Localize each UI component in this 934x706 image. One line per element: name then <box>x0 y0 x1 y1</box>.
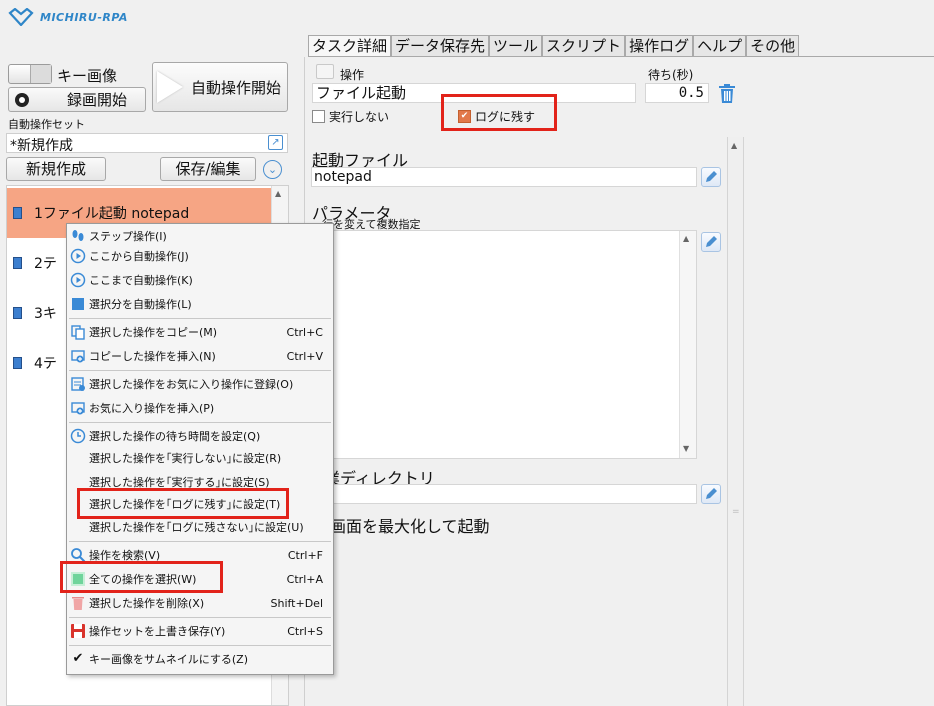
menu-item-auto-to-here[interactable]: ここまで自動操作(K) <box>67 268 333 292</box>
step-icon <box>13 357 22 369</box>
record-icon <box>15 92 29 107</box>
logo-icon <box>8 8 34 26</box>
menu-item-set-wait[interactable]: 選択した操作の待ち時間を設定(Q) <box>67 424 333 448</box>
highlight-log-checkbox <box>441 94 557 131</box>
step-label: 3キ <box>34 306 57 322</box>
step-icon <box>72 230 84 241</box>
copy-icon <box>71 325 85 340</box>
wait-field[interactable]: 0.5 <box>645 83 709 103</box>
menu-item-paste[interactable]: コピーした操作を挿入(N) Ctrl+V <box>67 344 333 368</box>
highlight-select-all-item <box>60 561 223 593</box>
check-icon: ✔ <box>72 651 84 666</box>
step-icon <box>13 307 22 319</box>
parameter-textarea[interactable] <box>311 230 697 459</box>
key-image-label: キー画像 <box>57 67 118 85</box>
menu-separator <box>69 645 331 646</box>
checkbox-icon <box>312 110 325 123</box>
auto-start-label: 自動操作開始 <box>191 78 282 97</box>
save-icon <box>71 624 85 638</box>
wait-label: 待ち(秒) <box>648 68 694 82</box>
insert-icon <box>71 350 85 363</box>
auto-start-button[interactable]: 自動操作開始 <box>152 62 288 112</box>
pencil-icon[interactable] <box>701 484 721 504</box>
step-icon <box>13 207 22 219</box>
tab-bar: タスク詳細 データ保存先 ツール スクリプト 操作ログ ヘルプ その他 <box>308 35 800 56</box>
app-logo: MICHIRU-RPA <box>8 8 128 26</box>
menu-item-insert-favorite[interactable]: お気に入り操作を挿入(P) <box>67 396 333 420</box>
tab-help[interactable]: ヘルプ <box>693 35 747 56</box>
key-image-toggle[interactable] <box>8 64 52 84</box>
open-external-icon[interactable]: ↗ <box>268 135 283 150</box>
new-button[interactable]: 新規作成 <box>6 157 106 181</box>
play-circle-icon <box>70 272 86 288</box>
tab-task-detail[interactable]: タスク詳細 <box>308 35 392 56</box>
step-label: 1ファイル起動 notepad <box>34 206 190 222</box>
step-label: 2テ <box>34 256 57 272</box>
tab-data-save[interactable]: データ保存先 <box>391 35 490 56</box>
save-edit-button[interactable]: 保存/編集 <box>160 157 256 181</box>
menu-item-thumbnail[interactable]: ✔ キー画像をサムネイルにする(Z) <box>67 647 333 671</box>
menu-separator <box>69 318 331 319</box>
favorite-register-icon <box>71 377 85 391</box>
pencil-icon[interactable] <box>701 232 721 252</box>
file-field[interactable]: notepad <box>311 167 697 187</box>
maximize-label: 画面を最大化して起動 <box>330 517 490 536</box>
menu-item-save-set[interactable]: 操作セットを上書き保存(Y) Ctrl+S <box>67 619 333 643</box>
menu-item-register-favorite[interactable]: 選択した操作をお気に入り操作に登録(O) <box>67 372 333 396</box>
scroll-up-icon[interactable]: ▲ <box>683 234 689 243</box>
menu-item-copy[interactable]: 選択した操作をコピー(M) Ctrl+C <box>67 320 333 344</box>
insert-icon <box>71 402 85 415</box>
step-label: 4テ <box>34 356 57 372</box>
tab-tools[interactable]: ツール <box>489 35 543 56</box>
parameter-scrollbar[interactable]: ▲ ▼ <box>679 231 696 458</box>
trash-icon[interactable] <box>718 84 736 108</box>
clock-icon <box>70 428 86 444</box>
menu-separator <box>69 541 331 542</box>
tab-other[interactable]: その他 <box>746 35 800 56</box>
chevron-down-icon[interactable]: ⌄ <box>263 160 282 179</box>
menu-separator <box>69 617 331 618</box>
menu-separator <box>69 370 331 371</box>
operation-icon <box>316 64 334 79</box>
context-menu: ステップ操作(I) ここから自動操作(J) ここまで自動操作(K) 選択分を自動… <box>66 223 334 675</box>
highlight-set-log-item <box>77 488 289 519</box>
scroll-grip-icon[interactable]: = <box>732 507 740 517</box>
no-exec-label: 実行しない <box>329 110 390 124</box>
scroll-up-icon[interactable]: ▲ <box>275 189 281 198</box>
record-button[interactable]: 録画開始 <box>8 87 146 112</box>
menu-item-delete[interactable]: 選択した操作を削除(X) Shift+Del <box>67 591 333 615</box>
tab-script[interactable]: スクリプト <box>542 35 626 56</box>
pencil-icon[interactable] <box>701 167 721 187</box>
menu-item-set-no-exec[interactable]: 選択した操作を｢実行しない｣に設定(R) <box>67 446 333 470</box>
menu-separator <box>69 422 331 423</box>
tab-divider <box>308 56 934 57</box>
menu-item-auto-selected[interactable]: 選択分を自動操作(L) <box>67 292 333 316</box>
square-icon <box>72 298 84 310</box>
scroll-up-icon[interactable]: ▲ <box>731 141 737 150</box>
record-button-label: 録画開始 <box>67 91 128 109</box>
no-exec-checkbox[interactable]: 実行しない <box>312 108 389 125</box>
detail-scrollbar[interactable]: ▲ = <box>727 137 744 706</box>
workdir-field[interactable] <box>311 484 697 504</box>
scroll-down-icon[interactable]: ▼ <box>683 444 689 453</box>
set-name-input[interactable]: *新規作成 <box>6 133 288 154</box>
operation-label: 操作 <box>340 68 365 82</box>
trash-icon <box>72 597 84 610</box>
play-circle-icon <box>70 248 86 264</box>
menu-item-auto-from-here[interactable]: ここから自動操作(J) <box>67 244 333 268</box>
logo-text: MICHIRU-RPA <box>40 10 128 24</box>
set-label: 自動操作セット <box>8 118 85 131</box>
step-icon <box>13 257 22 269</box>
play-icon <box>157 71 183 103</box>
tab-operation-log[interactable]: 操作ログ <box>625 35 694 56</box>
